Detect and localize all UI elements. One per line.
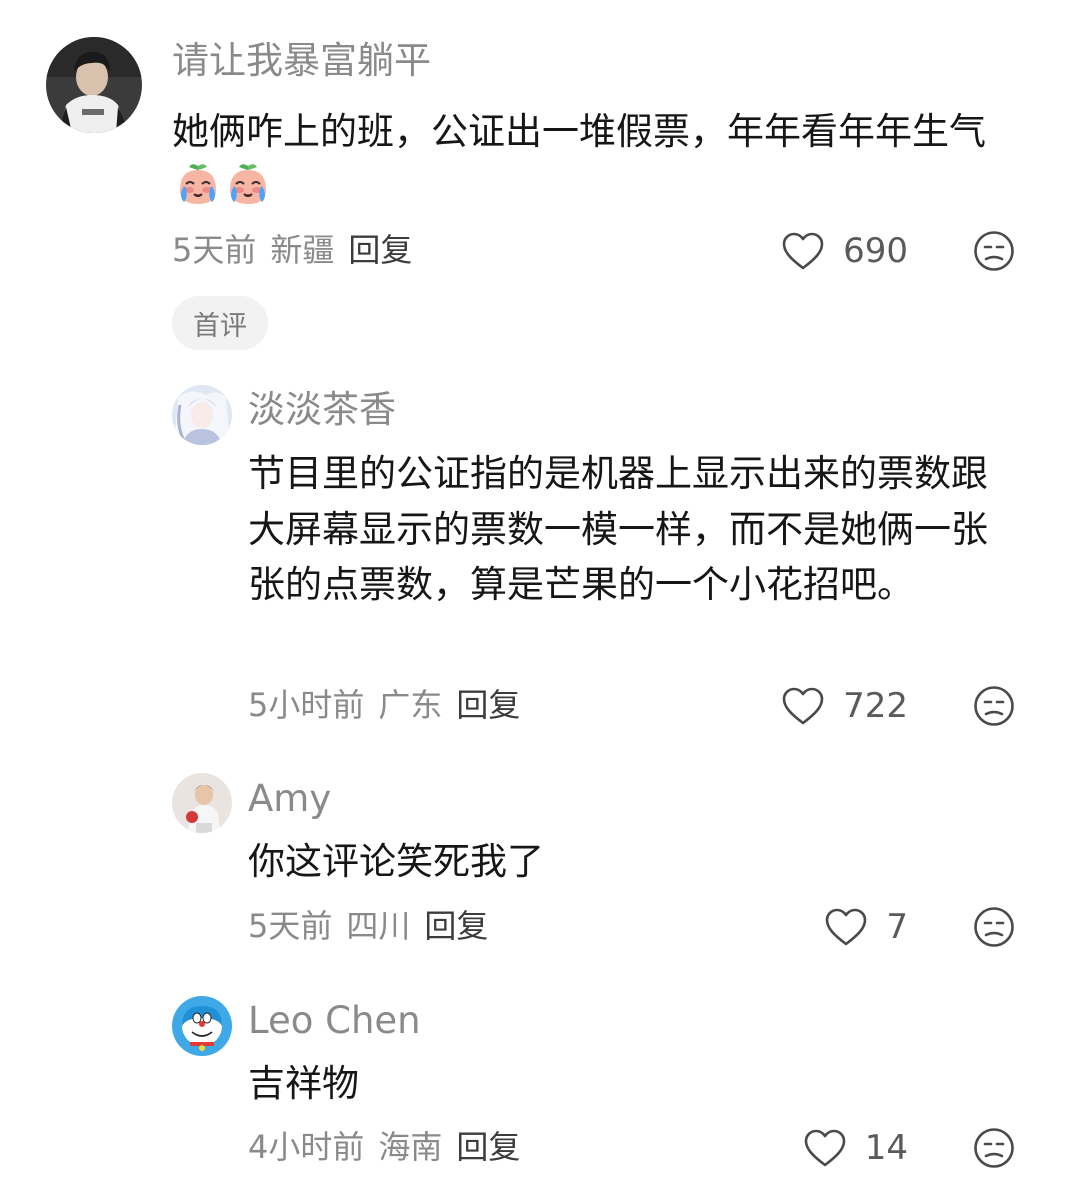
like-count: 722: [843, 686, 908, 726]
user-avatar-photo: [46, 37, 142, 133]
like-count: 14: [864, 1128, 908, 1168]
reply-button[interactable]: 回复: [456, 1128, 520, 1166]
like-count: 690: [843, 231, 908, 271]
comment-region: 海南: [378, 1128, 443, 1166]
comment-text: 她俩咋上的班，公证出一堆假票，年年看年年生气: [172, 104, 1022, 215]
comment-meta: 5天前 四川 回复: [248, 910, 488, 942]
avatar[interactable]: [46, 37, 142, 133]
reply-button[interactable]: 回复: [424, 907, 488, 945]
reply-button[interactable]: 回复: [348, 231, 412, 269]
comment-time: 4小时前: [248, 1128, 365, 1166]
comment-text: 吉祥物: [248, 1062, 359, 1105]
comment-region: 四川: [346, 907, 411, 945]
unamused-face-icon: [974, 231, 1014, 271]
comment-username[interactable]: 请让我暴富躺平: [172, 42, 431, 79]
user-avatar-photo: [172, 773, 232, 833]
comment-time: 5天前: [172, 231, 257, 269]
avatar[interactable]: [172, 773, 232, 833]
heart-outline-icon: [782, 232, 824, 270]
avatar[interactable]: [172, 385, 232, 445]
comment-item: 请让我暴富躺平 她俩咋上的班，公证出一堆假票，年年看年年生气 5天前 新疆 回复 6…: [0, 0, 1080, 360]
comment-region: 广东: [378, 686, 443, 724]
like-count: 7: [886, 907, 908, 947]
dislike-button[interactable]: [973, 906, 1015, 948]
comment-meta: 5天前 新疆 回复: [172, 234, 412, 266]
crying-peach-emoji: [224, 160, 272, 208]
comment-text: 你这评论笑死我了: [248, 840, 544, 883]
unamused-face-icon: [974, 686, 1014, 726]
comment-text: 节目里的公证指的是机器上显示出来的票数跟大屏幕显示的票数一模一样，而不是她俩一张…: [248, 452, 988, 606]
unamused-face-icon: [974, 907, 1014, 947]
heart-outline-icon: [782, 687, 824, 725]
user-avatar-photo: [172, 996, 232, 1056]
heart-outline-icon: [804, 1129, 846, 1167]
reply-button[interactable]: 回复: [456, 686, 520, 724]
comment-username[interactable]: 淡淡茶香: [248, 391, 396, 428]
like-button[interactable]: 722: [781, 683, 908, 729]
comment-region: 新疆: [270, 231, 335, 269]
first-comment-badge: 首评: [172, 296, 268, 350]
avatar[interactable]: [172, 996, 232, 1056]
like-button[interactable]: 690: [781, 228, 908, 274]
comment-username[interactable]: Leo Chen: [248, 1002, 421, 1039]
comment-meta: 5小时前 广东 回复: [248, 689, 520, 721]
comment-time: 5天前: [248, 907, 333, 945]
dislike-button[interactable]: [973, 230, 1015, 272]
comment-username[interactable]: Amy: [248, 780, 331, 817]
comment-meta: 4小时前 海南 回复: [248, 1131, 520, 1163]
comment-text-content: 她俩咋上的班，公证出一堆假票，年年看年年生气: [172, 110, 986, 153]
dislike-button[interactable]: [973, 1127, 1015, 1169]
comment-time: 5小时前: [248, 686, 365, 724]
like-button[interactable]: 14: [803, 1125, 908, 1171]
unamused-face-icon: [974, 1128, 1014, 1168]
crying-peach-emoji: [174, 160, 222, 208]
user-avatar-photo: [172, 385, 232, 445]
heart-outline-icon: [826, 908, 867, 946]
like-button[interactable]: 7: [824, 904, 908, 950]
dislike-button[interactable]: [973, 685, 1015, 727]
